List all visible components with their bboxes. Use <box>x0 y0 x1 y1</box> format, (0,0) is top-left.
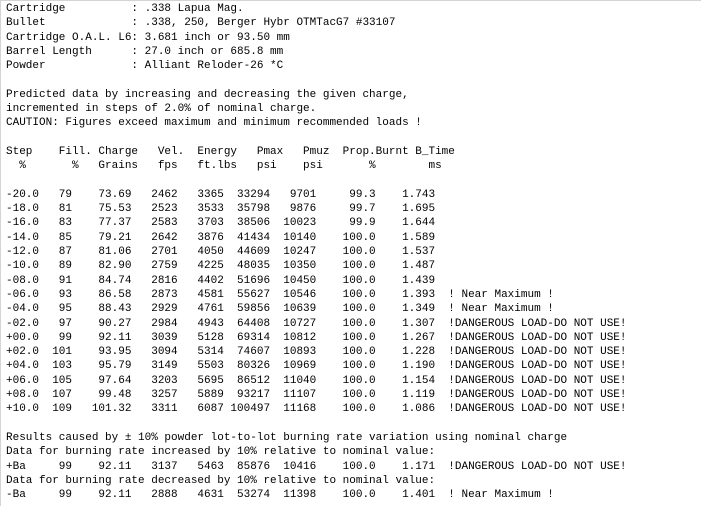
table-row: +00.0 99 92.11 3039 5128 69314 10812 100… <box>6 331 627 344</box>
increment-line: incremented in steps of 2.0% of nominal … <box>6 103 317 116</box>
table-row: +04.0 103 95.79 3149 5503 80326 10969 10… <box>6 360 627 373</box>
barrel-length-line: Barrel Length : 27.0 inch or 685.8 mm <box>6 45 284 58</box>
table-row: -Ba 99 92.11 2888 4631 53274 11398 100.0… <box>6 489 554 502</box>
table-row: -12.0 87 81.06 2701 4050 44609 10247 100… <box>6 246 436 259</box>
intro-line: Predicted data by increasing and decreas… <box>6 88 409 101</box>
table-row: -04.0 95 88.43 2929 4761 59856 10639 100… <box>6 303 554 316</box>
report-text: Cartridge : .338 Lapua Mag. Bullet : .338… <box>6 3 627 503</box>
table-units-header: % % Grains fps ft.lbs psi psi % ms <box>6 160 442 173</box>
table-row: +Ba 99 92.11 3137 5463 85876 10416 100.0… <box>6 460 627 473</box>
table-row: -10.0 89 82.90 2759 4225 48035 10350 100… <box>6 260 436 273</box>
table-row: -08.0 91 84.74 2816 4402 51696 10450 100… <box>6 274 436 287</box>
table-row: +10.0 109 101.32 3311 6087 100497 11168 … <box>6 403 627 416</box>
table-row: +02.0 101 93.95 3094 5314 74607 10893 10… <box>6 346 627 359</box>
table-row: -06.0 93 86.58 2873 4581 55627 10546 100… <box>6 288 554 301</box>
decreased-rate-caption: Data for burning rate decreased by 10% r… <box>6 474 436 487</box>
increased-rate-caption: Data for burning rate increased by 10% r… <box>6 446 436 459</box>
variation-title: Results caused by ± 10% powder lot-to-lo… <box>6 431 568 444</box>
table-row: -02.0 97 90.27 2984 4943 64408 10727 100… <box>6 317 627 330</box>
bullet-line: Bullet : .338, 250, Berger Hybr OTMTacG7… <box>6 17 396 30</box>
powder-line: Powder : Alliant Reloder-26 *C <box>6 60 284 73</box>
oal-line: Cartridge O.A.L. L6: 3.681 inch or 93.50… <box>6 31 290 44</box>
table-header: Step Fill. Charge Vel. Energy Pmax Pmuz … <box>6 145 455 158</box>
table-row: -16.0 83 77.37 2583 3703 38506 10023 99.… <box>6 217 436 230</box>
table-row: -18.0 81 75.53 2523 3533 35798 9876 99.7… <box>6 203 436 216</box>
caution-line: CAUTION: Figures exceed maximum and mini… <box>6 117 422 130</box>
table-rows: -20.0 79 73.69 2462 3365 33294 9701 99.3… <box>6 189 627 418</box>
table-row: -14.0 85 79.21 2642 3876 41434 10140 100… <box>6 231 436 244</box>
output-view[interactable]: Cartridge : .338 Lapua Mag. Bullet : .338… <box>0 0 701 506</box>
table-row: +06.0 105 97.64 3203 5695 86512 11040 10… <box>6 374 627 387</box>
table-row: -20.0 79 73.69 2462 3365 33294 9701 99.3… <box>6 188 436 201</box>
table-row: +08.0 107 99.48 3257 5889 93217 11107 10… <box>6 389 627 402</box>
cartridge-line: Cartridge : .338 Lapua Mag. <box>6 3 244 15</box>
